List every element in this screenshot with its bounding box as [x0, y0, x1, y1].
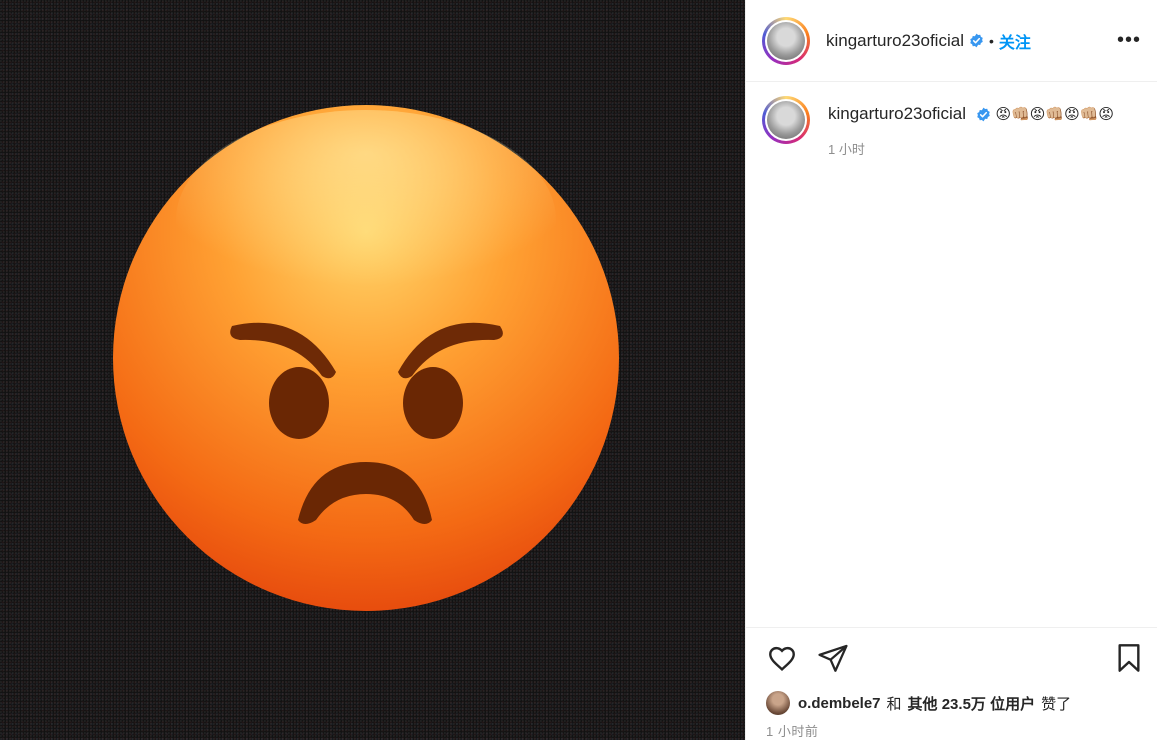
comments-area: kingarturo23oficial 😡👊🏼😡👊🏼😡👊🏼😡 1 小时 — [746, 82, 1157, 627]
post-header: kingarturo23oficial • 关注 ••• — [746, 0, 1157, 82]
send-icon[interactable] — [816, 641, 850, 675]
separator-dot: • — [988, 32, 994, 49]
author-username[interactable]: kingarturo23oficial — [826, 31, 964, 51]
more-options-icon[interactable]: ••• — [1117, 29, 1141, 52]
caption-username[interactable]: kingarturo23oficial — [828, 104, 966, 123]
verified-badge-icon — [970, 33, 983, 48]
author-avatar[interactable] — [762, 16, 810, 65]
likes-suffix: 赞了 — [1041, 695, 1072, 713]
likes-summary: o.dembele7 和 其他 23.5万 位用户 赞了 — [746, 687, 1157, 719]
liker-username[interactable]: o.dembele7 — [798, 695, 881, 712]
angry-face-emoji-image — [113, 105, 619, 611]
liker-avatar[interactable] — [766, 691, 790, 715]
verified-badge-icon — [976, 107, 990, 122]
action-bar — [746, 627, 1157, 687]
post-side-panel: kingarturo23oficial • 关注 ••• kingarturo2… — [745, 0, 1157, 740]
post-viewer: kingarturo23oficial • 关注 ••• kingarturo2… — [0, 0, 1157, 740]
follow-button[interactable]: 关注 — [999, 29, 1031, 53]
caption: kingarturo23oficial 😡👊🏼😡👊🏼😡👊🏼😡 1 小时 — [762, 96, 1141, 158]
heart-icon[interactable] — [766, 642, 798, 674]
caption-time: 1 小时 — [828, 142, 865, 157]
post-image[interactable] — [0, 0, 745, 740]
likes-connector: 和 — [886, 695, 902, 713]
likes-count-link[interactable]: 其他 23.5万 位用户 — [908, 693, 1036, 714]
caption-text: 😡👊🏼😡👊🏼😡👊🏼😡 — [995, 106, 1115, 123]
post-timestamp[interactable]: 1 小时前 — [746, 719, 1157, 740]
bookmark-icon[interactable] — [1113, 642, 1145, 674]
caption-avatar[interactable] — [762, 96, 810, 144]
